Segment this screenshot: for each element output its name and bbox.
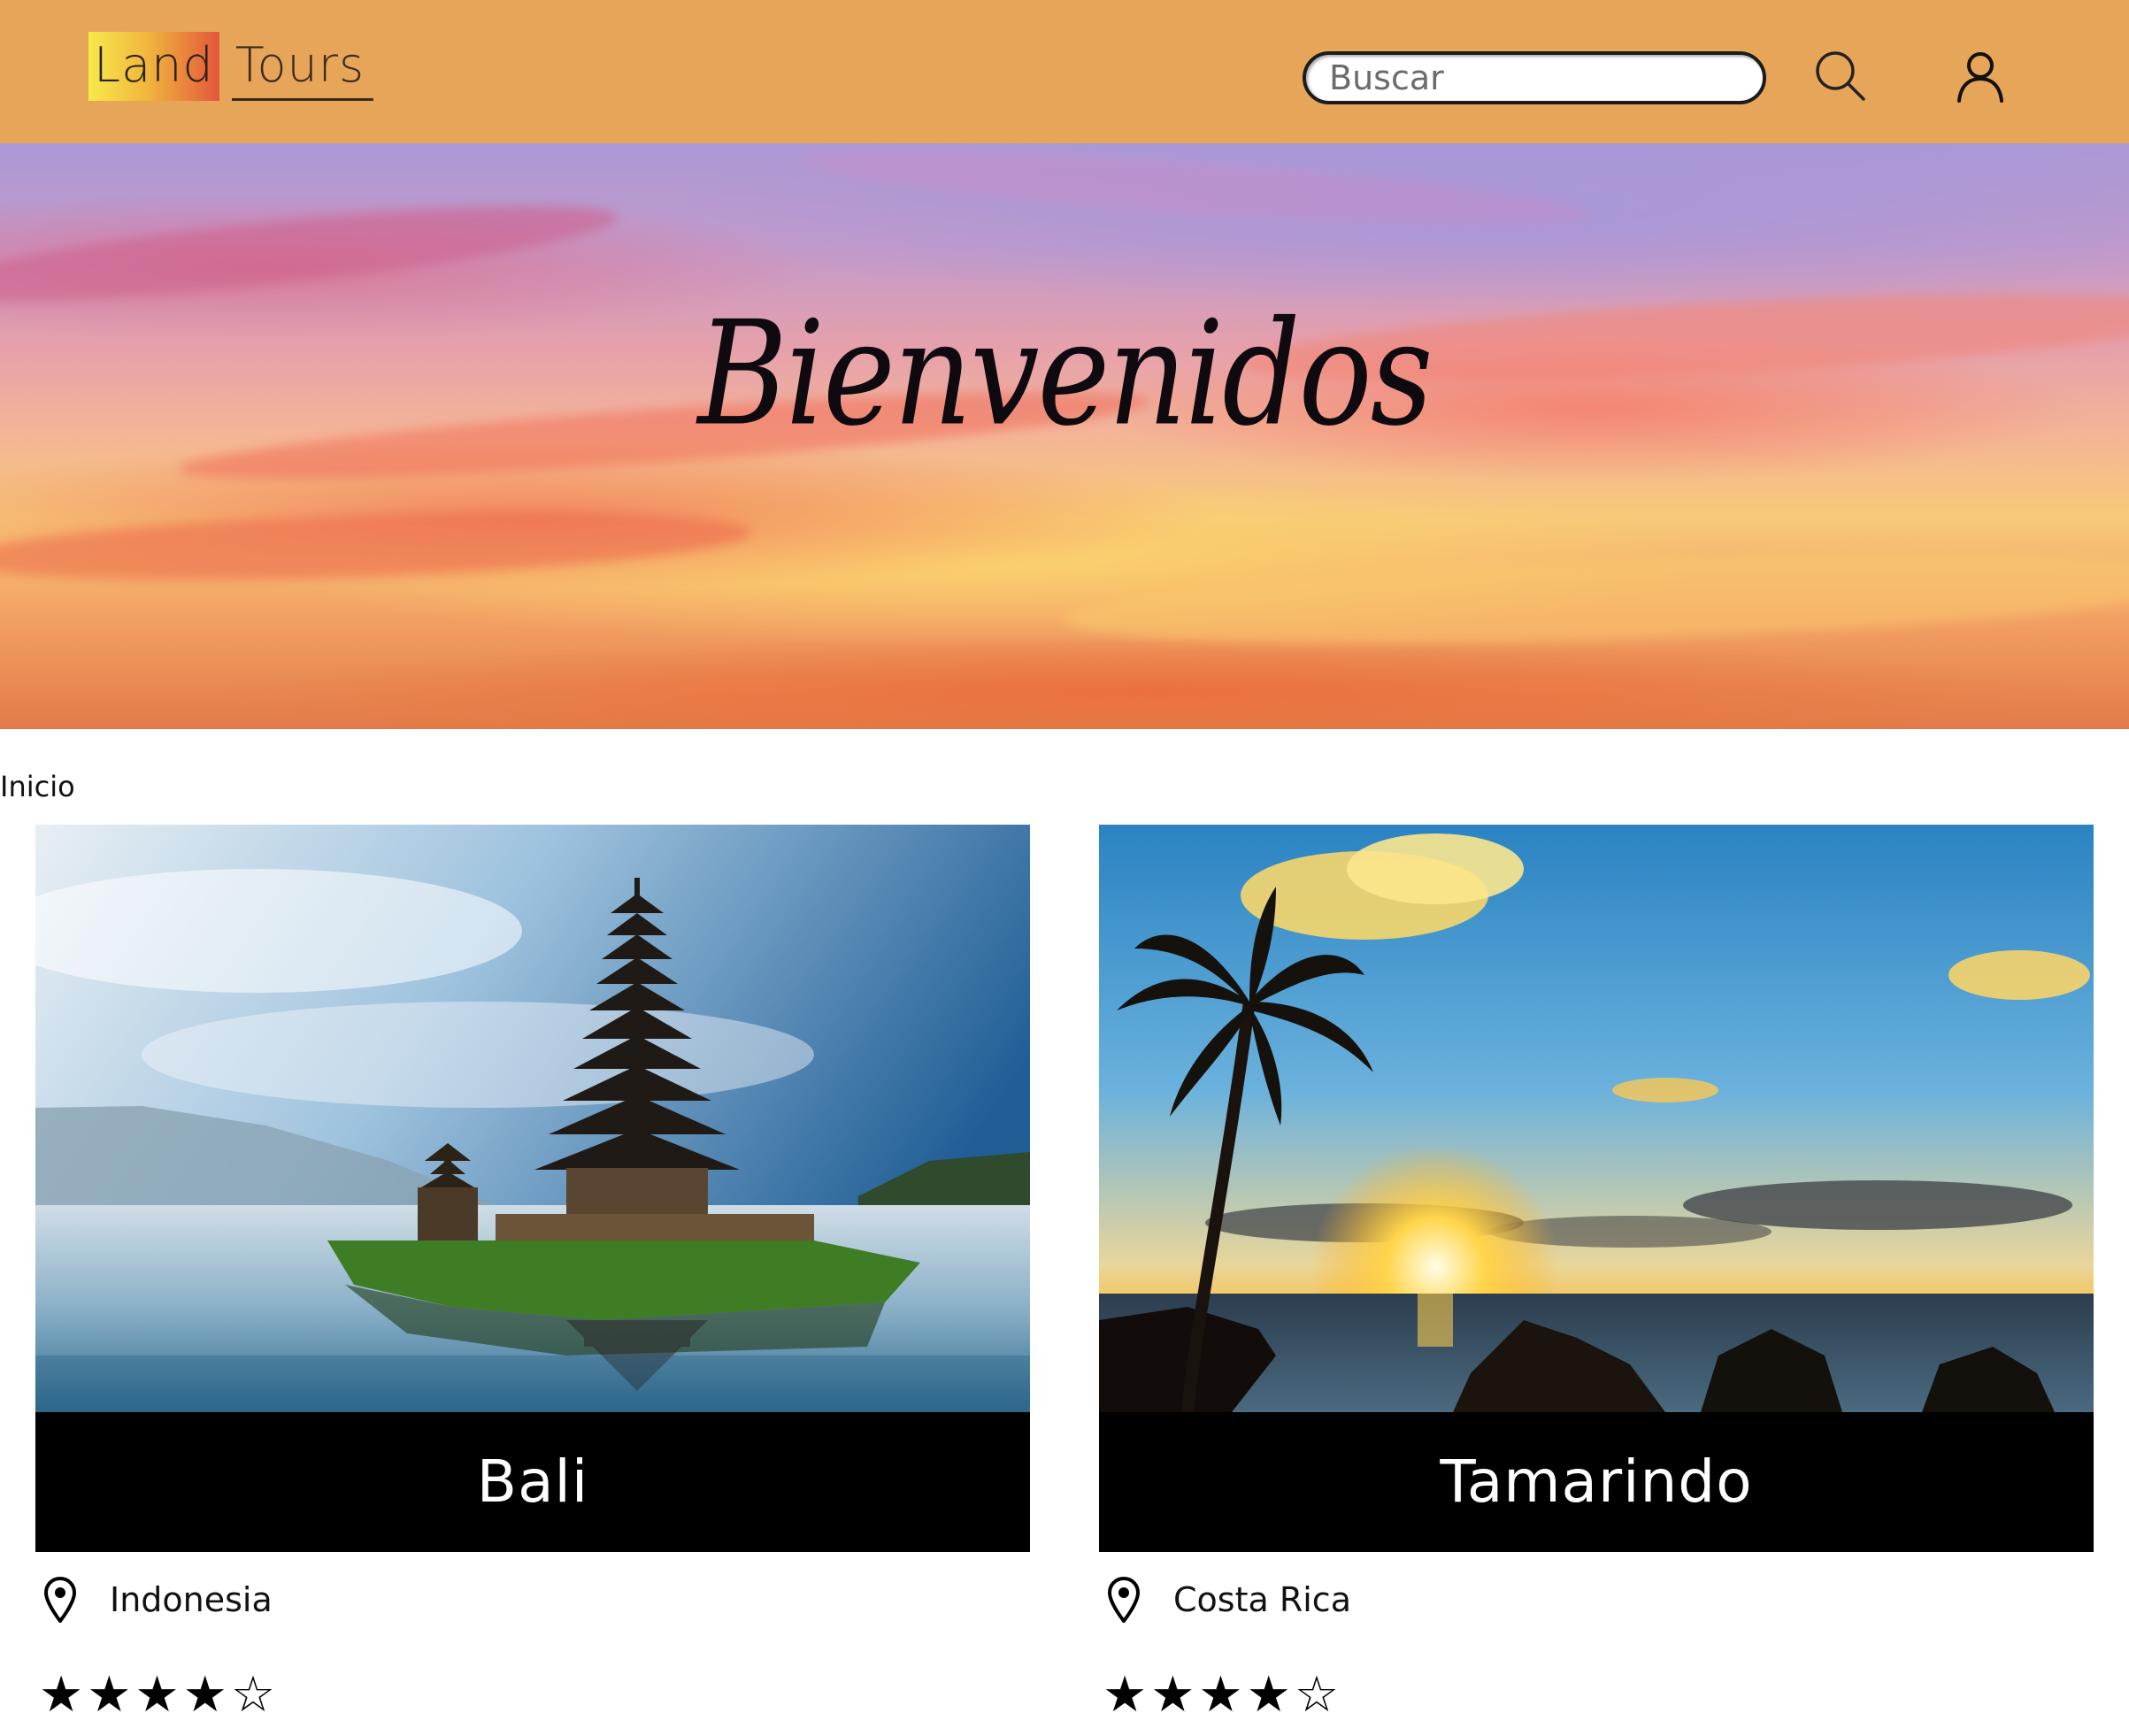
star-filled-icon: ★ bbox=[135, 1666, 180, 1724]
location-pin-icon bbox=[44, 1577, 76, 1623]
destination-card-tamarindo[interactable]: Tamarindo Costa Rica bbox=[1099, 825, 2094, 1639]
hero-banner: Bienvenidos bbox=[0, 143, 2129, 729]
star-empty-icon: ☆ bbox=[1294, 1666, 1340, 1724]
destination-name-bali: Bali bbox=[35, 1412, 1030, 1552]
breadcrumb: Inicio bbox=[0, 770, 75, 803]
star-filled-icon: ★ bbox=[1246, 1666, 1291, 1724]
hero-cloud bbox=[1060, 539, 2129, 659]
star-filled-icon: ★ bbox=[39, 1666, 84, 1724]
user-account-button[interactable] bbox=[1952, 48, 2009, 104]
bali-temple-photo bbox=[35, 825, 1030, 1412]
destination-image-bali bbox=[35, 825, 1030, 1412]
location-pin-icon bbox=[1108, 1577, 1140, 1623]
search-button[interactable] bbox=[1812, 48, 1869, 104]
search-icon bbox=[1816, 51, 1865, 101]
hero-cloud bbox=[0, 501, 753, 591]
destination-image-tamarindo bbox=[1099, 825, 2094, 1412]
destination-location-tamarindo: Costa Rica bbox=[1099, 1577, 2094, 1639]
destination-name-tamarindo: Tamarindo bbox=[1099, 1412, 2094, 1552]
star-filled-icon: ★ bbox=[87, 1666, 132, 1724]
destination-card-bali[interactable]: Bali Indonesia bbox=[35, 825, 1030, 1639]
logo-land-text: Land bbox=[88, 32, 219, 101]
breadcrumb-home-link[interactable]: Inicio bbox=[0, 770, 75, 803]
search-input[interactable] bbox=[1303, 51, 1766, 104]
site-header: Land Tours bbox=[0, 0, 2129, 143]
logo-tours-text: Tours bbox=[231, 32, 374, 101]
star-rating-tamarindo: ★ ★ ★ ★ ☆ bbox=[1103, 1671, 1339, 1720]
star-filled-icon: ★ bbox=[1150, 1666, 1195, 1724]
star-filled-icon: ★ bbox=[182, 1666, 227, 1724]
site-logo[interactable]: Land Tours bbox=[88, 32, 374, 103]
hero-title: Bienvenidos bbox=[697, 289, 1433, 458]
location-text: Indonesia bbox=[110, 1580, 273, 1619]
user-icon bbox=[1957, 52, 2003, 103]
location-text: Costa Rica bbox=[1173, 1580, 1351, 1619]
hero-cloud bbox=[795, 143, 1594, 242]
destination-location-bali: Indonesia bbox=[35, 1577, 1030, 1639]
star-empty-icon: ☆ bbox=[230, 1666, 276, 1724]
star-rating-bali: ★ ★ ★ ★ ☆ bbox=[39, 1671, 275, 1720]
tamarindo-beach-photo bbox=[1099, 825, 2094, 1412]
star-filled-icon: ★ bbox=[1198, 1666, 1243, 1724]
star-filled-icon: ★ bbox=[1103, 1666, 1148, 1724]
